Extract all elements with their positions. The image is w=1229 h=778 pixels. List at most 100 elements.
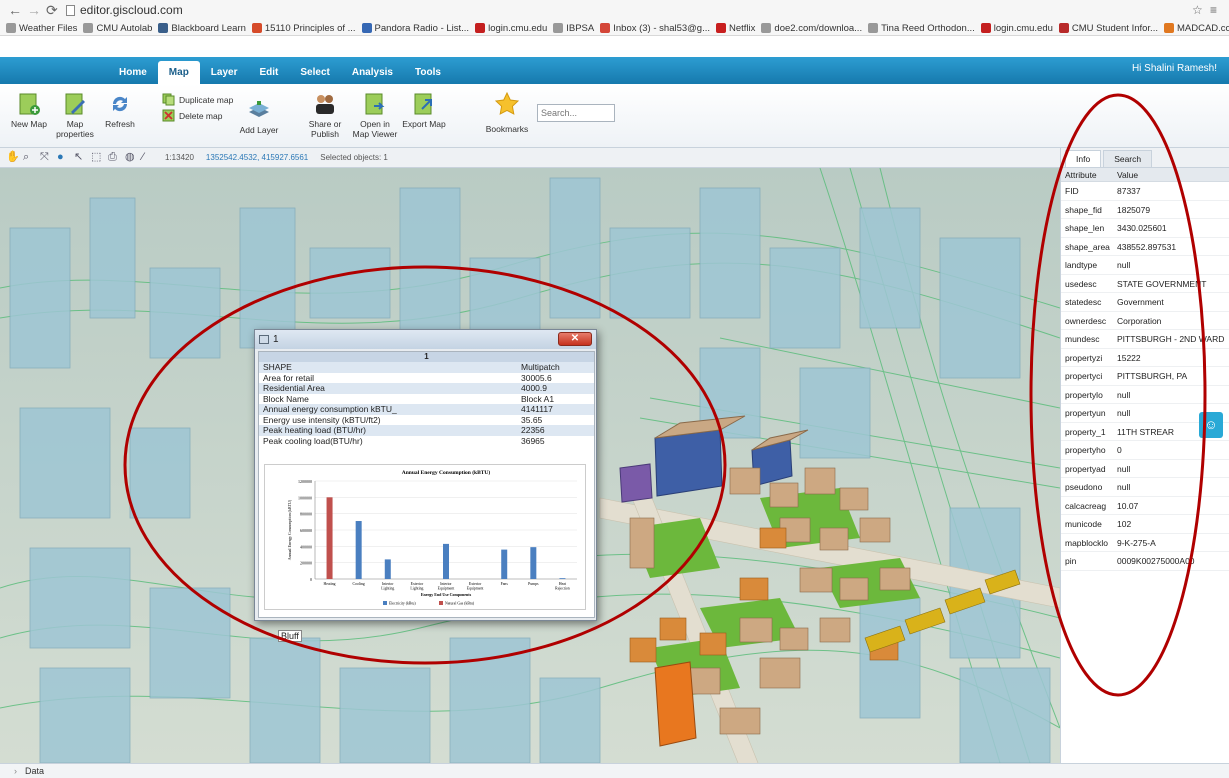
attribute-row[interactable]: mapblocklo 9-K-275-A (1061, 534, 1229, 552)
popup-titlebar[interactable]: 1 ✕ (255, 330, 596, 349)
y-axis-label: Annual Energy Consumption (kBTU) (287, 499, 292, 560)
box-select-icon[interactable]: ⬚ (91, 152, 102, 163)
bookmark-favicon-icon (980, 23, 991, 33)
tab-edit[interactable]: Edit (248, 57, 289, 84)
bookmark-item[interactable]: CMU Autolab (83, 23, 152, 34)
attribute-row[interactable]: FID 87337 (1061, 182, 1229, 201)
bookmark-item[interactable]: Netflix (716, 23, 755, 34)
attribute-row[interactable]: shape_len 3430.025601 (1061, 219, 1229, 238)
refresh-button[interactable]: Refresh (97, 92, 143, 129)
x-tick-label: Lighting (410, 587, 423, 591)
back-icon[interactable]: ← (8, 2, 22, 18)
globe-icon[interactable]: ◍ (125, 152, 136, 163)
delete-map-button[interactable]: Delete map (162, 109, 222, 122)
tab-search[interactable]: Search (1103, 150, 1153, 167)
tab-analysis[interactable]: Analysis (341, 57, 404, 84)
main-tabs: Home Map Layer Edit Select Analysis Tools (108, 57, 452, 84)
bookmark-item[interactable]: login.cmu.edu (475, 23, 547, 34)
attribute-row[interactable]: municode 102 (1061, 515, 1229, 534)
forward-icon[interactable]: → (27, 2, 41, 18)
attribute-row[interactable]: shape_area 438552.897531 (1061, 238, 1229, 256)
attribute-row[interactable]: shape_fid 1825079 (1061, 201, 1229, 219)
bookmark-item[interactable]: Tina Reed Orthodon... (868, 23, 975, 34)
bookmark-item[interactable]: MADCAD.com - Th... (1163, 23, 1229, 34)
tab-map[interactable]: Map (157, 61, 200, 84)
bookmark-favicon-icon (1163, 23, 1174, 33)
refresh-icon (112, 96, 128, 112)
new-map-button[interactable]: New Map (6, 92, 52, 129)
bookmark-favicon-icon (6, 23, 16, 33)
share-publish-button[interactable]: Share or Publish (302, 92, 348, 139)
bookmark-item[interactable]: Blackboard Learn (158, 23, 246, 34)
attribute-row[interactable]: pin 0009K00275000A00 (1061, 552, 1229, 571)
attribute-row[interactable]: statedesc Government (1061, 293, 1229, 312)
attribute-row[interactable]: ownerdesc Corporation (1061, 312, 1229, 330)
reload-icon[interactable]: ⟳ (46, 2, 58, 18)
attribute-row[interactable]: mundesc PITTSBURGH - 2ND WARD (1061, 330, 1229, 349)
bookmark-favicon-icon (475, 23, 486, 33)
x-tick-label: Exterior (411, 582, 424, 586)
tab-tools[interactable]: Tools (404, 57, 452, 84)
expand-icon[interactable]: › (14, 766, 17, 776)
address-bar[interactable]: editor.giscloud.com (66, 2, 1196, 18)
popup-row: Peak heating load (BTU/hr) 22356 (259, 425, 594, 436)
tab-layer[interactable]: Layer (200, 57, 249, 84)
popup-row: Block Name Block A1 (263, 393, 555, 404)
url-text: editor.giscloud.com (80, 3, 183, 17)
tab-home[interactable]: Home (108, 57, 158, 84)
tab-info[interactable]: Info (1065, 150, 1102, 167)
full-extent-icon[interactable]: ⤧ (40, 152, 51, 163)
popup-row: Residential Area 4000.9 (259, 383, 594, 394)
info-icon[interactable]: ● (57, 152, 68, 163)
attribute-row[interactable]: propertyad null (1061, 460, 1229, 478)
open-map-viewer-button[interactable]: Open in Map Viewer (352, 92, 398, 139)
add-layer-button[interactable]: Add Layer (236, 98, 282, 135)
export-map-button[interactable]: Export Map (401, 92, 447, 129)
new-map-icon (19, 93, 40, 115)
close-button[interactable]: ✕ (558, 332, 592, 346)
print-icon[interactable]: ⎙ (108, 152, 119, 163)
menu-icon[interactable]: ≡ (1210, 2, 1217, 18)
zoom-icon[interactable]: ⌕ (23, 152, 34, 163)
bookmark-item[interactable]: IBPSA (553, 23, 594, 34)
attribute-header: Attribute Value (1061, 168, 1229, 182)
map-properties-button[interactable]: Map properties (52, 92, 98, 139)
user-greeting[interactable]: Hi Shalini Ramesh! (1132, 63, 1217, 74)
tab-select[interactable]: Select (289, 57, 340, 84)
star-icon[interactable]: ☆ (1192, 2, 1203, 18)
attribute-row[interactable]: propertylo null (1061, 386, 1229, 404)
app-header: Home Map Layer Edit Select Analysis Tools Hi S… (0, 57, 1229, 84)
bookmarks-button[interactable]: Bookmarks (484, 92, 530, 134)
attribute-row[interactable]: landtype null (1061, 256, 1229, 275)
select-pointer-icon[interactable]: ↖ (74, 152, 85, 163)
feature-info-popup[interactable]: 1 ✕ 1 SHAPE Multipatch Area for retail 3000… (254, 329, 597, 621)
chat-icon[interactable]: ☺ (1199, 412, 1223, 438)
window-icon (259, 335, 269, 344)
duplicate-icon (162, 93, 175, 106)
data-panel-label[interactable]: Data (25, 766, 44, 776)
bookmark-item[interactable]: doe2.com/downloa... (761, 23, 862, 34)
map-coordinates: 1352542.4532, 415927.6561 (205, 153, 309, 162)
attribute-row[interactable]: pseudono null (1061, 478, 1229, 497)
bookmark-item[interactable]: Inbox (3) - shal53@g... (600, 23, 710, 34)
duplicate-map-button[interactable]: Duplicate map (162, 93, 233, 106)
popup-row: Energy use intensity (kBTU/ft2) 35.65 (263, 414, 543, 425)
bookmark-favicon-icon (761, 23, 772, 33)
attribute-row[interactable]: propertyho 0 (1061, 441, 1229, 460)
measure-icon[interactable]: ⁄ (142, 152, 153, 163)
search-input[interactable] (537, 104, 615, 122)
chart-bar (355, 521, 362, 579)
attribute-row[interactable]: calcacreag 10.07 (1061, 497, 1229, 515)
bookmark-item[interactable]: Weather Files (6, 23, 77, 34)
pan-icon[interactable]: ✋ (6, 152, 20, 163)
x-tick-label: Interior (440, 582, 452, 586)
bookmark-item[interactable]: CMU Student Infor... (1058, 23, 1158, 34)
bookmark-item[interactable]: 15110 Principles of ... (251, 23, 356, 34)
bookmark-item[interactable]: Pandora Radio - List... (361, 23, 469, 34)
attribute-row[interactable]: usedesc STATE GOVERNMENT (1061, 275, 1229, 293)
x-tick-label: Cooling (353, 582, 365, 586)
y-tick-label: 800000 (300, 512, 312, 517)
attribute-row[interactable]: propertyzi 15222 (1061, 349, 1229, 367)
attribute-row[interactable]: propertyci PITTSBURGH, PA (1061, 367, 1229, 386)
bookmark-item[interactable]: login.cmu.edu (980, 23, 1053, 34)
